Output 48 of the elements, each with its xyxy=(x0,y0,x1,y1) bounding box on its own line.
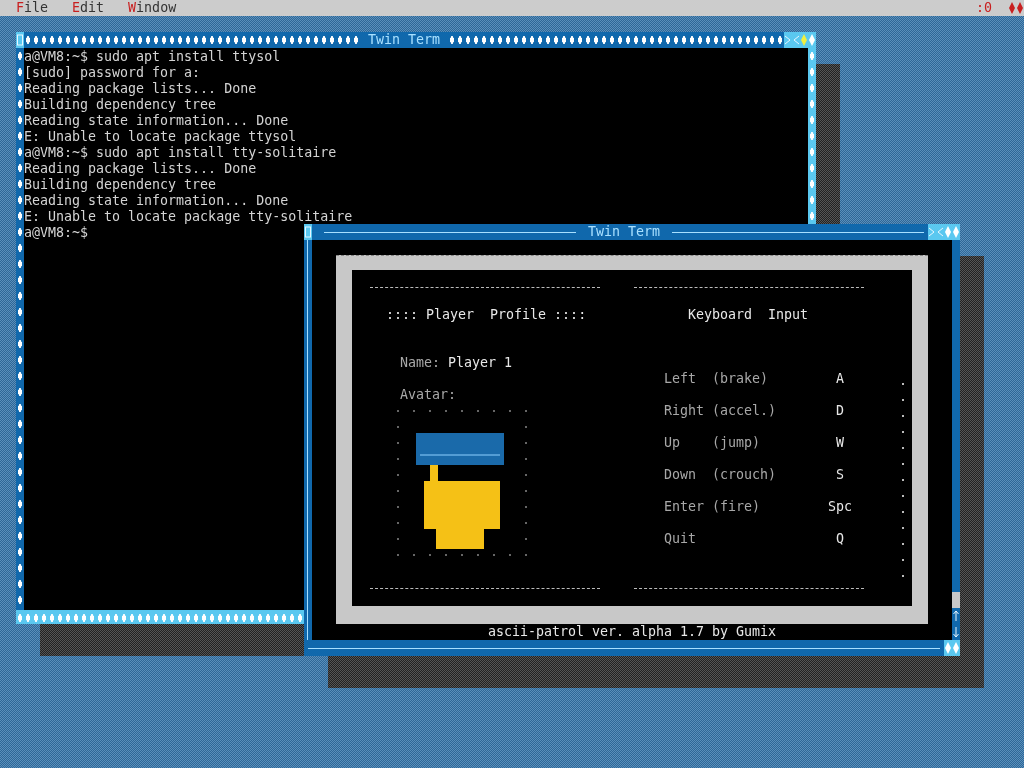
resize-icon[interactable] xyxy=(800,32,816,48)
resize-icon[interactable] xyxy=(944,640,960,656)
action-label: Down xyxy=(664,467,698,483)
terminal-line: Reading state information... Done xyxy=(24,113,289,129)
key-binding: A xyxy=(835,371,845,387)
action-hint: (jump) xyxy=(712,435,761,450)
terminal-line: E: Unable to locate package tty-solitaire xyxy=(24,209,353,225)
key-binding: Spc xyxy=(827,499,853,515)
scrollbar[interactable] xyxy=(952,240,960,640)
key-binding: D xyxy=(835,403,845,419)
status-line: ascii-patrol ver. alpha 1.7 by Gumix xyxy=(487,624,777,640)
key-binding: Q xyxy=(835,531,845,547)
display-label: :0 xyxy=(976,0,992,16)
resize-icon[interactable] xyxy=(944,224,960,240)
diamonds-icon xyxy=(1008,1,1024,15)
terminal-line: [sudo] password for a: xyxy=(24,65,201,81)
action-hint: (brake) xyxy=(712,371,769,386)
avatar-label: Avatar: xyxy=(399,387,458,403)
action-hint: (accel.) xyxy=(712,403,777,418)
menu-item[interactable]: Edit xyxy=(72,0,105,16)
terminal-line: Reading state information... Done xyxy=(24,193,289,209)
terminal-line: Reading package lists... Done xyxy=(24,81,257,97)
action-label: Up xyxy=(664,435,681,451)
action-label: Quit xyxy=(664,531,698,547)
key-binding: W xyxy=(835,435,845,451)
terminal-line: a@VM8:~$ sudo apt install tty-solitaire xyxy=(24,145,337,161)
terminal-line: Reading package lists... Done xyxy=(24,161,257,177)
profile-heading: :::: Player Profile :::: xyxy=(385,307,588,323)
maximize-icon[interactable] xyxy=(784,32,800,48)
scroll-thumb[interactable] xyxy=(952,592,960,608)
scroll-arrows-icon[interactable] xyxy=(952,608,960,640)
menu-item[interactable]: Window xyxy=(128,0,177,16)
maximize-icon[interactable] xyxy=(928,224,944,240)
action-label: Enter xyxy=(664,499,706,515)
name-value: Player 1 xyxy=(448,355,513,371)
keyboard-heading: Keyboard Input xyxy=(687,307,810,323)
terminal-line: a@VM8:~$ xyxy=(24,225,89,241)
terminal-line: E: Unable to locate package ttysol xyxy=(24,129,297,145)
name-label: Name: xyxy=(400,355,441,371)
terminal-line: Building dependency tree xyxy=(24,97,217,113)
action-label: Right xyxy=(664,403,706,419)
action-label: Left xyxy=(664,371,698,387)
terminal-line: Building dependency tree xyxy=(24,177,217,193)
action-hint: (crouch) xyxy=(712,467,777,482)
terminal-line: a@VM8:~$ sudo apt install ttysol xyxy=(24,49,281,65)
menu-item[interactable]: File xyxy=(16,0,49,16)
action-hint: (fire) xyxy=(712,499,761,514)
key-binding: S xyxy=(835,467,845,483)
